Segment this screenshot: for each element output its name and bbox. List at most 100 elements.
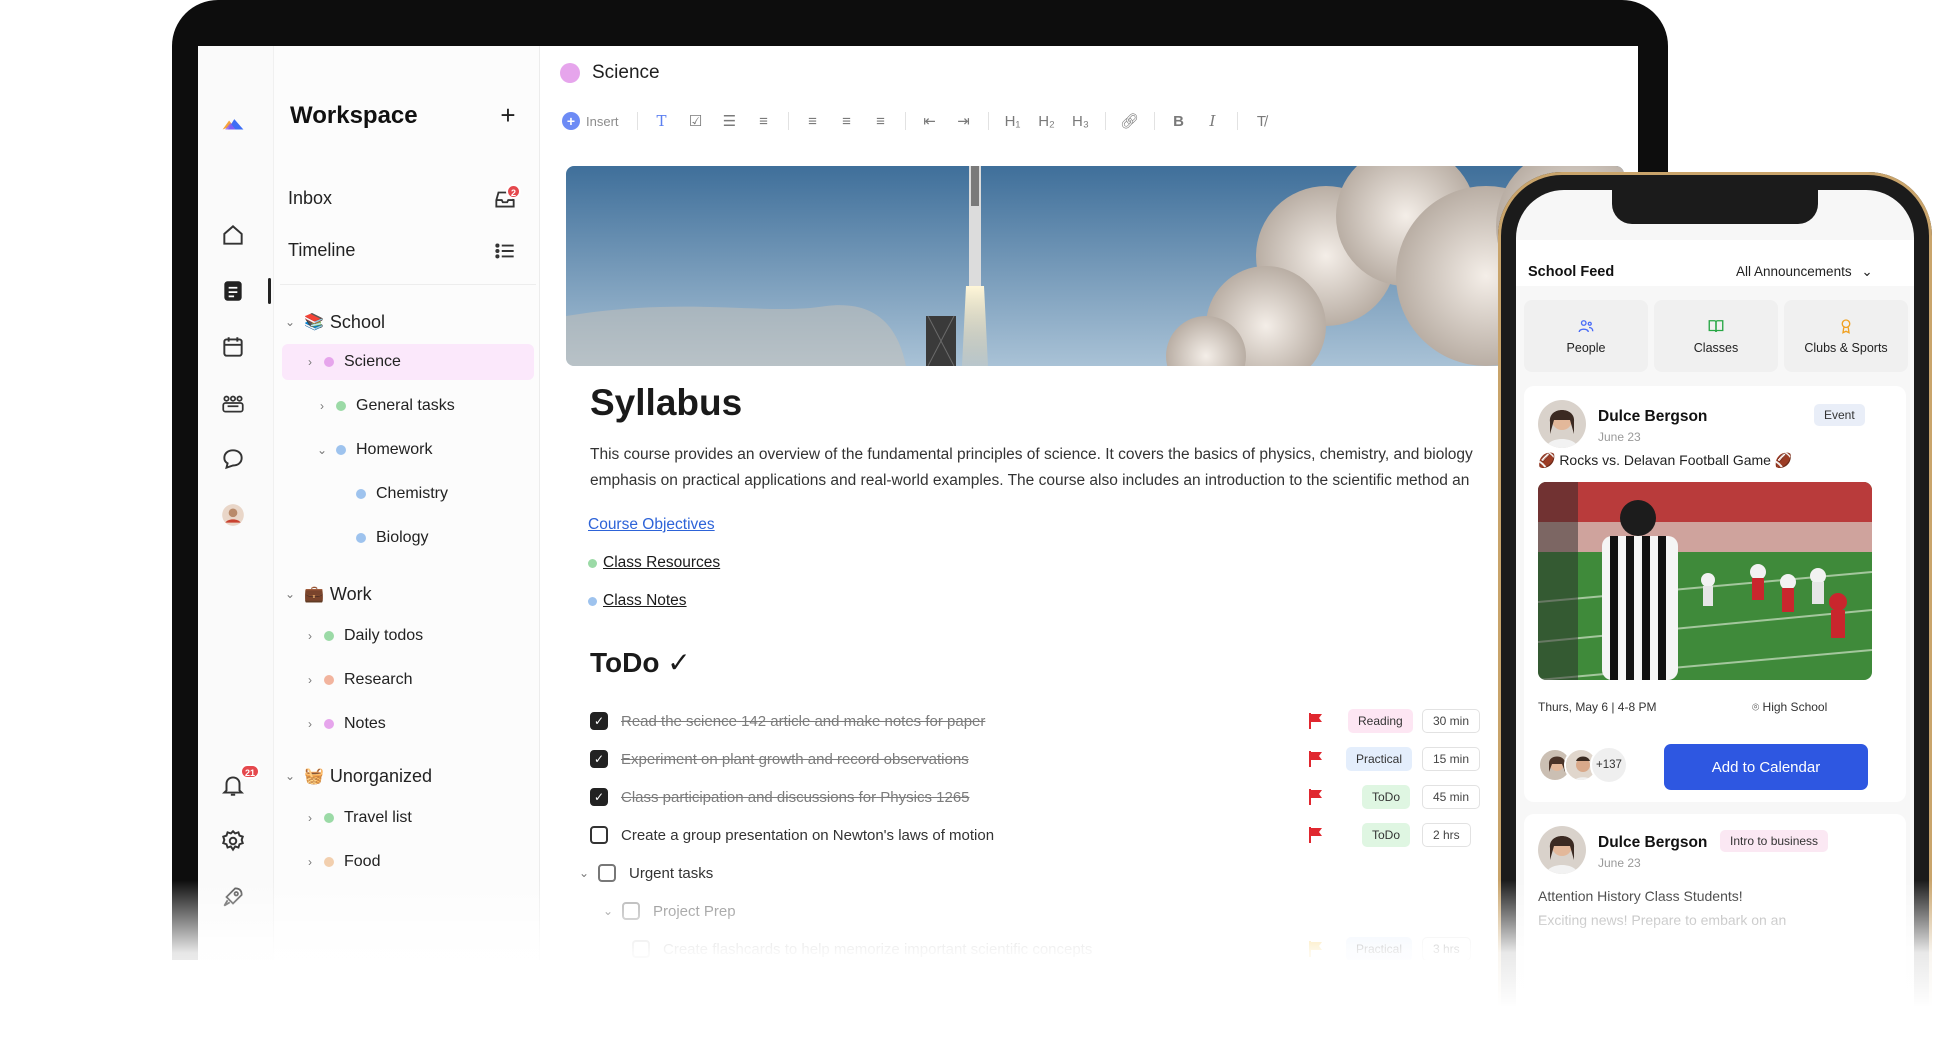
task-row[interactable]: ✓ Experiment on plant growth and record … xyxy=(590,744,1630,774)
tag-badge[interactable]: Practical xyxy=(1346,747,1413,771)
sidebar-item-timeline[interactable]: Timeline xyxy=(288,232,528,268)
task-row[interactable]: ✓ Read the science 142 article and make … xyxy=(590,706,1630,736)
insert-button[interactable]: + Insert xyxy=(562,112,619,130)
task-row[interactable]: ✓ Class participation and discussions fo… xyxy=(590,782,1630,812)
link-class-notes[interactable]: Class Notes xyxy=(588,592,687,610)
checkbox[interactable]: ✓ xyxy=(590,788,608,806)
chevron-right-icon: › xyxy=(308,673,312,687)
rocket-icon[interactable] xyxy=(216,880,250,914)
group-work[interactable]: ⌄ 💼 Work xyxy=(282,576,534,612)
sidebar-item-chemistry[interactable]: Chemistry xyxy=(282,476,534,512)
text-style-icon[interactable]: T xyxy=(648,108,676,134)
feed-post[interactable]: Dulce Bergson June 23 Intro to business … xyxy=(1524,814,1906,1034)
app-logo-icon[interactable] xyxy=(216,108,250,142)
tab-classes[interactable]: Classes xyxy=(1654,300,1778,372)
duration-badge[interactable]: 2 hrs xyxy=(1422,823,1471,847)
outdent-icon[interactable]: ⇤ xyxy=(916,108,944,134)
author-name[interactable]: Dulce Bergson xyxy=(1598,834,1707,852)
indent-icon[interactable]: ⇥ xyxy=(950,108,978,134)
red-flag-icon[interactable] xyxy=(1308,788,1324,806)
numbered-list-icon[interactable]: ≡ xyxy=(750,108,778,134)
checkbox[interactable] xyxy=(598,864,616,882)
add-to-calendar-button[interactable]: Add to Calendar xyxy=(1664,744,1868,790)
bullet-list-icon[interactable]: ☰ xyxy=(716,108,744,134)
author-name[interactable]: Dulce Bergson xyxy=(1598,408,1707,426)
checkbox[interactable]: ✓ xyxy=(590,712,608,730)
paragraph-line: emphasis on practical applications and r… xyxy=(590,472,1470,489)
sidebar-item-science[interactable]: › Science xyxy=(282,344,534,380)
link-course-objectives[interactable]: Course Objectives xyxy=(588,516,715,534)
settings-icon[interactable] xyxy=(216,824,250,858)
bold-button[interactable]: B xyxy=(1165,108,1193,134)
profile-avatar[interactable] xyxy=(216,498,250,532)
workspace-title: Workspace xyxy=(290,102,418,129)
icon-rail: 21 xyxy=(198,46,274,960)
task-text: Create flashcards to help memorize impor… xyxy=(663,940,1093,958)
announcements-filter[interactable]: All Announcements ⌄ xyxy=(1736,264,1873,280)
yellow-flag-icon[interactable] xyxy=(1308,940,1324,958)
calendar-icon[interactable] xyxy=(216,330,250,364)
checklist-icon[interactable]: ☑ xyxy=(682,108,710,134)
heading-3-button[interactable]: H₃ xyxy=(1067,108,1095,134)
notes-icon[interactable] xyxy=(216,274,250,308)
checkbox[interactable] xyxy=(632,940,650,958)
avatar[interactable] xyxy=(1538,400,1586,448)
group-school[interactable]: ⌄ 📚 School xyxy=(282,304,534,340)
red-flag-icon[interactable] xyxy=(1308,750,1324,768)
red-flag-icon[interactable] xyxy=(1308,826,1324,844)
link-icon[interactable]: 🔗︎ xyxy=(1116,108,1144,134)
italic-button[interactable]: I xyxy=(1199,108,1227,134)
tag-badge[interactable]: ToDo xyxy=(1362,823,1411,847)
toolbar-divider xyxy=(636,112,638,130)
course-objectives-link[interactable]: Course Objectives xyxy=(588,516,715,534)
class-resources-link[interactable]: Class Resources xyxy=(603,554,720,572)
tag-badge[interactable]: Practical xyxy=(1346,937,1413,960)
duration-badge[interactable]: 45 min xyxy=(1422,785,1481,809)
checkbox[interactable] xyxy=(622,902,640,920)
add-page-button[interactable]: + xyxy=(494,102,522,130)
football-game-photo[interactable] xyxy=(1538,482,1872,680)
group-label: Unorganized xyxy=(329,765,432,786)
group-unorganized[interactable]: ⌄ 🧺 Unorganized xyxy=(282,758,534,794)
link-class-resources[interactable]: Class Resources xyxy=(588,554,720,572)
feed-post[interactable]: Dulce Bergson June 23 Event 🏈 Rocks vs. … xyxy=(1524,386,1906,802)
sidebar-item-notes[interactable]: › Notes xyxy=(282,706,534,742)
group-label: Work xyxy=(329,583,372,604)
align-left-icon[interactable]: ≡ xyxy=(799,108,827,134)
duration-badge[interactable]: 30 min xyxy=(1422,709,1481,733)
task-row[interactable]: Create a group presentation on Newton's … xyxy=(590,820,1630,850)
red-flag-icon[interactable] xyxy=(1308,712,1324,730)
sidebar-item-research[interactable]: › Research xyxy=(282,662,534,698)
avatar[interactable] xyxy=(1538,826,1586,874)
sidebar-item-general-tasks[interactable]: › General tasks xyxy=(282,388,534,424)
briefcase-emoji: 💼 xyxy=(304,586,324,603)
sidebar-item-food[interactable]: › Food xyxy=(282,844,534,880)
sidebar-item-biology[interactable]: Biology xyxy=(282,520,534,556)
tag-badge[interactable]: Reading xyxy=(1348,709,1413,733)
class-notes-link[interactable]: Class Notes xyxy=(603,592,687,610)
checkbox[interactable] xyxy=(590,826,608,844)
duration-badge[interactable]: 15 min xyxy=(1422,747,1481,771)
sidebar-item-homework[interactable]: ⌄ Homework xyxy=(282,432,534,468)
align-right-icon[interactable]: ≡ xyxy=(867,108,895,134)
sidebar-item-inbox[interactable]: Inbox 2 xyxy=(288,180,528,216)
sidebar-item-daily-todos[interactable]: › Daily todos xyxy=(282,618,534,654)
heading-2-button[interactable]: H₂ xyxy=(1033,108,1061,134)
sidebar-item-travel-list[interactable]: › Travel list xyxy=(282,800,534,836)
tab-people[interactable]: People xyxy=(1524,300,1648,372)
home-icon[interactable] xyxy=(216,218,250,252)
task-row[interactable]: ⌄ Urgent tasks xyxy=(576,858,1616,888)
community-icon[interactable] xyxy=(216,386,250,420)
tab-clubs-sports[interactable]: Clubs & Sports xyxy=(1784,300,1908,372)
heading-1-button[interactable]: H₁ xyxy=(999,108,1027,134)
attendee-count[interactable]: +137 xyxy=(1590,746,1628,784)
task-row[interactable]: ⌄ Project Prep xyxy=(600,896,1638,926)
chat-icon[interactable] xyxy=(216,442,250,476)
checkbox[interactable]: ✓ xyxy=(590,750,608,768)
tag-badge[interactable]: ToDo xyxy=(1362,785,1411,809)
clear-format-icon[interactable]: T̸ xyxy=(1248,108,1276,134)
people-icon xyxy=(1578,320,1594,333)
align-center-icon[interactable]: ≡ xyxy=(833,108,861,134)
task-row[interactable]: Create flashcards to help memorize impor… xyxy=(632,934,1638,960)
duration-badge[interactable]: 3 hrs xyxy=(1422,937,1471,960)
